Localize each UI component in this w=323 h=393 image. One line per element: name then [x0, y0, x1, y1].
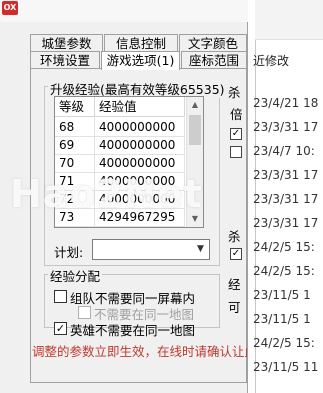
table-row[interactable]: 68 4000000000 — [55, 118, 185, 137]
table-row[interactable]: 73 4294967295 — [55, 208, 185, 227]
modified-date: 23/11/5 1 — [253, 312, 311, 326]
tab-game-options-1[interactable]: 游戏选项(1) — [101, 51, 180, 70]
background-window-toolbar — [255, 0, 323, 40]
modified-date: 23/4/7 10: — [253, 144, 315, 158]
checkmark-icon: ✓ — [231, 248, 241, 259]
table-row[interactable]: 70 4000000000 — [55, 154, 185, 173]
modified-date: 24/2/5 15: — [253, 264, 315, 278]
team-same-screen-checkbox[interactable] — [54, 290, 67, 303]
checkmark-icon: ✓ — [231, 128, 241, 139]
exp-cell: 4000000000 — [95, 118, 185, 137]
exp-distribution-group-title: 经验分配 — [48, 266, 103, 285]
level-cell: 69 — [55, 136, 95, 155]
hero-same-map-label: 英雄不需要在同一地图 — [70, 323, 196, 338]
table-header: 等级 经验值 — [55, 97, 185, 117]
exp-cell: 4000000000 — [95, 136, 185, 155]
exp-level-table[interactable]: 等级 经验值 68 4000000000 69 4000000000 70 4000000… — [54, 96, 204, 228]
title-bar — [0, 0, 248, 22]
level-cell: 68 — [55, 118, 95, 137]
level-cell: 70 — [55, 154, 95, 173]
same-map-checkbox[interactable] — [78, 306, 91, 319]
close-icon[interactable]: OX — [2, 1, 18, 15]
modified-date: 23/11/5 11 — [253, 360, 319, 374]
exp-cell: 4000000000 — [95, 154, 185, 173]
tab-text-color[interactable]: 文字颜色 — [179, 34, 247, 52]
exp-cell: 4294967295 — [95, 208, 185, 227]
table-scrollbar[interactable]: ▲ ▼ — [186, 97, 203, 227]
tab-info-control[interactable]: 信息控制 — [104, 34, 178, 52]
modified-date: 23/3/31 17 — [253, 120, 319, 134]
modified-date: 23/4/21 18 — [253, 96, 319, 110]
level-cell: 71 — [55, 172, 95, 191]
modified-date: 23/3/31 17 — [253, 168, 319, 182]
table-row[interactable]: 72 4000000000 — [55, 190, 185, 209]
modified-date: 23/11/5 1 — [253, 288, 311, 302]
right-checkbox-2[interactable] — [230, 146, 242, 158]
right-fragment-5: 可 — [228, 300, 241, 315]
level-cell: 73 — [55, 208, 95, 227]
chevron-down-icon[interactable]: ▼ — [192, 240, 209, 259]
exp-cell: 4000000000 — [95, 172, 185, 191]
column-header-level[interactable]: 等级 — [55, 97, 95, 117]
level-cell: 72 — [55, 190, 95, 209]
right-fragment-2: 倍 — [230, 107, 243, 122]
modified-column-header[interactable]: 近修改 — [253, 52, 289, 69]
plan-select[interactable]: ▼ — [92, 239, 210, 260]
table-row[interactable]: 69 4000000000 — [55, 136, 185, 155]
column-header-exp[interactable]: 经验值 — [95, 97, 185, 117]
modified-date: 24/2/5 15: — [253, 336, 315, 350]
tab-environment[interactable]: 环境设置 — [30, 51, 100, 69]
arrow-down-icon[interactable]: ▼ — [187, 211, 203, 227]
hero-same-map-checkbox[interactable]: ✓ — [54, 322, 67, 335]
right-fragment-1: 杀 — [228, 85, 241, 100]
tab-castle-params[interactable]: 城堡参数 — [30, 34, 103, 52]
table-row[interactable]: 71 4000000000 — [55, 172, 185, 191]
right-checkbox-1[interactable]: ✓ — [230, 128, 242, 140]
right-checkbox-3[interactable]: ✓ — [230, 248, 242, 260]
status-message: 调整的参数立即生效，在线时请确认让此 — [32, 344, 247, 359]
modified-date: 24/2/5 15: — [253, 240, 315, 254]
modified-date: 23/3/31 17 — [253, 216, 319, 230]
exp-cell: 4000000000 — [95, 190, 185, 209]
tab-coordinate-range[interactable]: 座标范围 — [181, 51, 247, 69]
scrollbar-thumb[interactable] — [189, 115, 201, 145]
checkmark-icon: ✓ — [55, 322, 66, 335]
plan-label: 计划: — [54, 245, 84, 260]
arrow-up-icon[interactable]: ▲ — [187, 97, 203, 113]
right-fragment-3: 杀 — [228, 229, 241, 244]
right-fragment-4: 经 — [228, 277, 241, 292]
modified-date: 23/3/31 17 — [253, 192, 319, 206]
